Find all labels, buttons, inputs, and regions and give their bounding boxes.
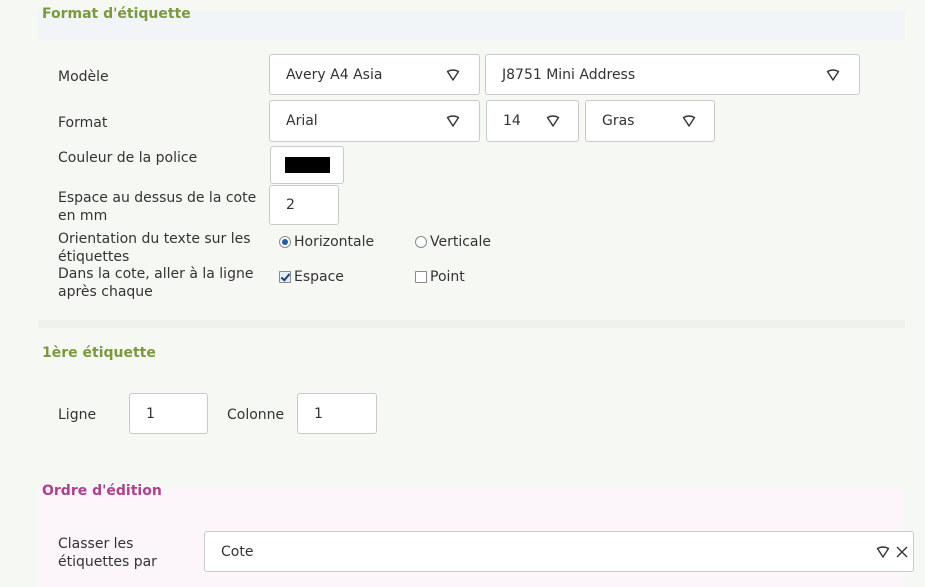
- row-label: Ligne: [58, 407, 97, 423]
- column-value: 1: [314, 405, 323, 422]
- chevron-down-icon[interactable]: [825, 67, 841, 83]
- line-break-label: Dans la cote, aller à la ligne après cha…: [58, 265, 253, 301]
- orientation-label-line2: étiquettes: [58, 249, 130, 265]
- line-break-label-line2: après chaque: [58, 284, 153, 300]
- sort-label: Classer les étiquettes par: [58, 535, 157, 571]
- font-weight-value: Gras: [602, 113, 635, 129]
- chevron-down-icon[interactable]: [445, 67, 461, 83]
- space-above-value: 2: [286, 197, 295, 213]
- chevron-down-icon[interactable]: [445, 113, 461, 129]
- line-break-space-label: Espace: [294, 269, 344, 285]
- chevron-down-icon[interactable]: [545, 113, 561, 129]
- line-break-label-line1: Dans la cote, aller à la ligne: [58, 266, 254, 282]
- model-label: Modèle: [58, 69, 109, 85]
- section-title-print-order: Ordre d'édition: [42, 483, 162, 499]
- line-break-point-label: Point: [430, 269, 465, 285]
- sort-label-line2: étiquettes par: [58, 554, 157, 570]
- orientation-horizontal-label: Horizontale: [294, 234, 375, 250]
- column-label: Colonne: [227, 407, 285, 423]
- orientation-vertical-option[interactable]: Verticale: [415, 234, 491, 250]
- chevron-down-icon[interactable]: [875, 544, 891, 560]
- row-input[interactable]: 1: [129, 393, 208, 434]
- chevron-down-icon[interactable]: [681, 113, 697, 129]
- column-input[interactable]: 1: [297, 393, 377, 434]
- font-color-swatch: [285, 157, 330, 173]
- checkbox-icon[interactable]: [415, 271, 427, 283]
- sort-label-line1: Classer les: [58, 536, 134, 552]
- font-color-label: Couleur de la police: [58, 150, 198, 166]
- clear-icon[interactable]: [894, 544, 910, 560]
- section-title-label-format: Format d'étiquette: [42, 6, 191, 22]
- font-weight-select[interactable]: Gras: [585, 100, 715, 142]
- orientation-label: Orientation du texte sur les étiquettes: [58, 230, 251, 266]
- section-title-first-label: 1ère étiquette: [42, 345, 156, 361]
- orientation-vertical-label: Verticale: [430, 234, 492, 250]
- section-divider: [38, 320, 905, 328]
- font-size-select[interactable]: 14: [486, 100, 579, 142]
- space-above-input[interactable]: 2: [269, 185, 339, 225]
- model-brand-select[interactable]: Avery A4 Asia: [269, 54, 480, 95]
- orientation-label-line1: Orientation du texte sur les: [58, 231, 251, 247]
- model-brand-value: Avery A4 Asia: [286, 66, 383, 83]
- row-value: 1: [146, 405, 155, 422]
- orientation-horizontal-option[interactable]: Horizontale: [279, 234, 374, 250]
- checkbox-icon[interactable]: [279, 271, 291, 283]
- space-above-label-line1: Espace au dessus de la cote: [58, 190, 257, 206]
- font-family-value: Arial: [286, 113, 318, 129]
- space-above-label: Espace au dessus de la cote en mm: [58, 189, 256, 225]
- model-reference-select[interactable]: J8751 Mini Address: [485, 54, 860, 95]
- sort-value: Cote: [221, 543, 254, 560]
- font-color-picker[interactable]: [270, 146, 344, 184]
- line-break-point-option[interactable]: Point: [415, 269, 465, 285]
- model-reference-value: J8751 Mini Address: [502, 66, 636, 83]
- format-label: Format: [58, 115, 108, 131]
- radio-icon[interactable]: [415, 236, 427, 248]
- radio-icon[interactable]: [279, 236, 291, 248]
- font-family-select[interactable]: Arial: [269, 100, 480, 142]
- line-break-space-option[interactable]: Espace: [279, 269, 344, 285]
- space-above-label-line2: en mm: [58, 208, 108, 224]
- sort-select[interactable]: Cote: [204, 531, 914, 572]
- font-size-value: 14: [503, 113, 521, 129]
